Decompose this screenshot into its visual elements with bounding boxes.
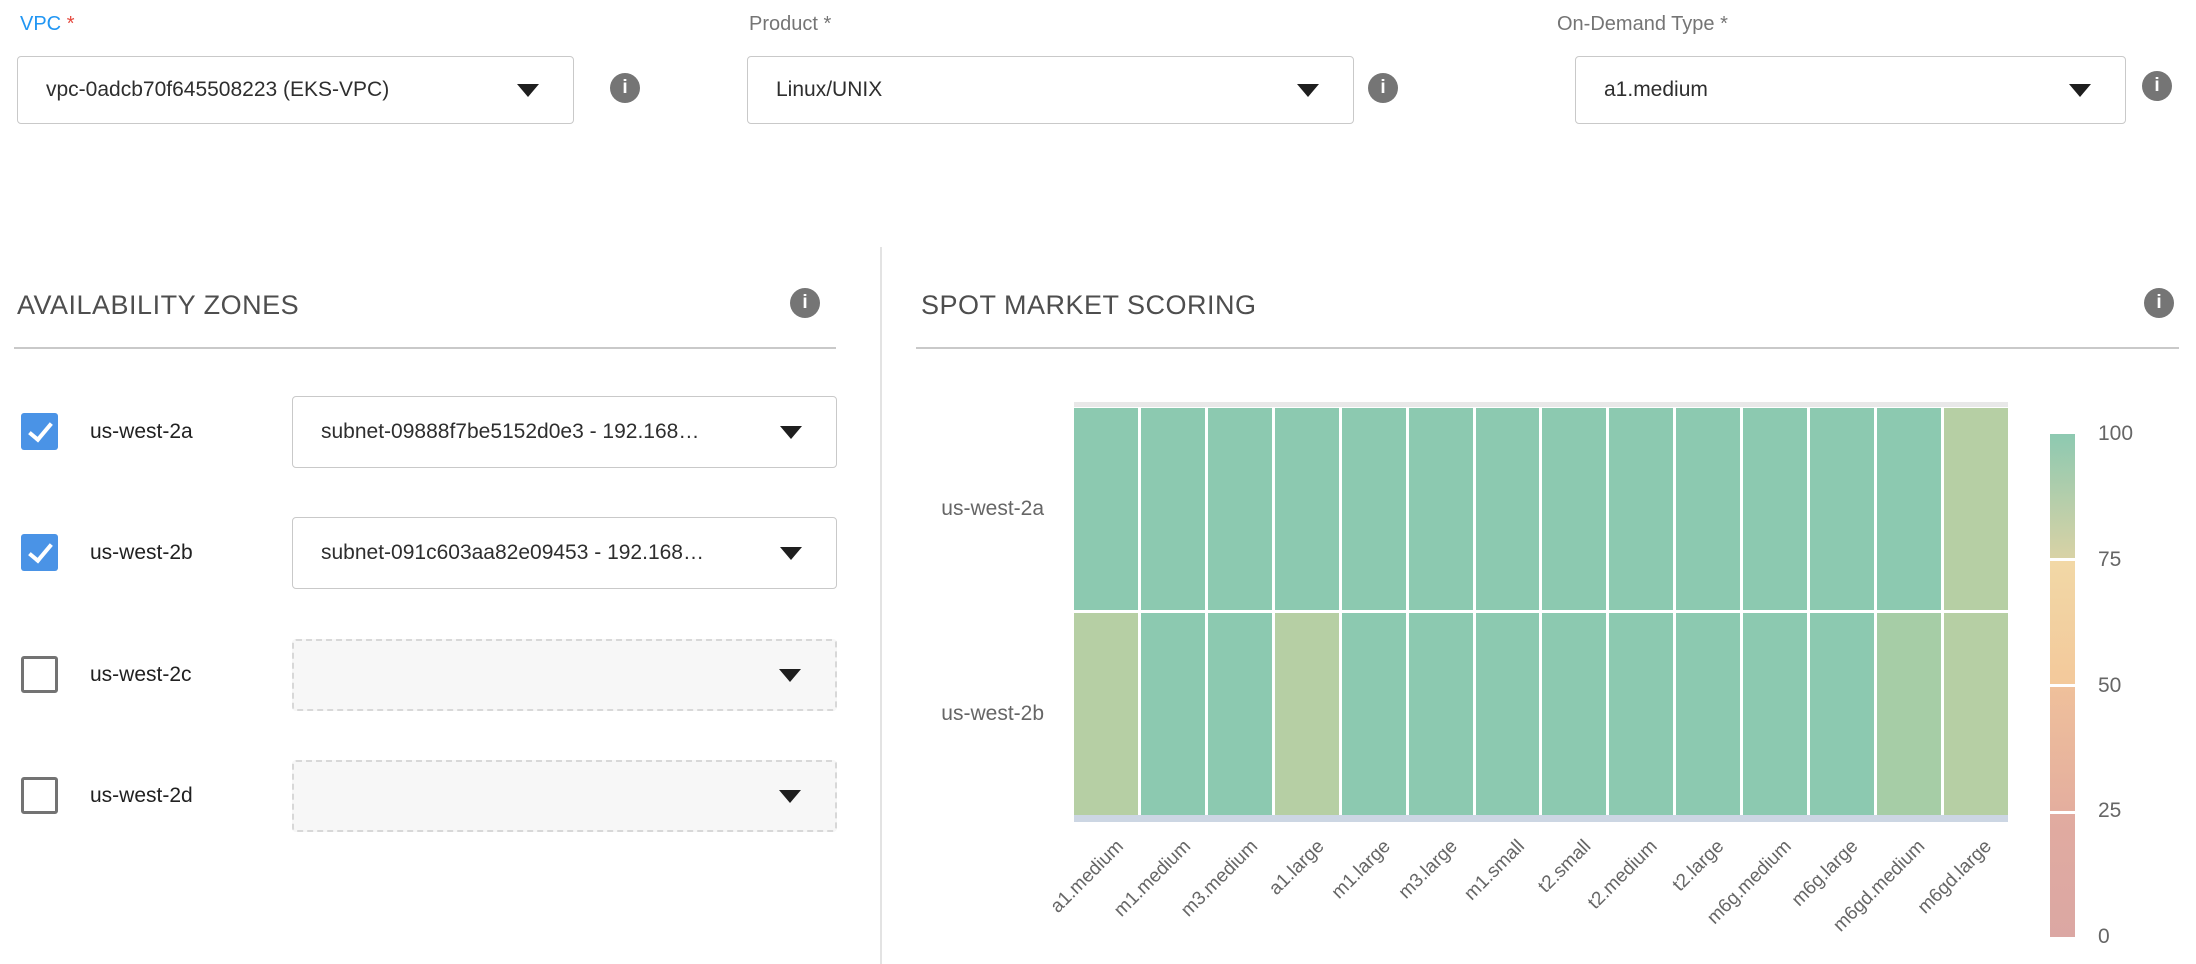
heatmap-cell — [1074, 613, 1138, 815]
product-label: Product * — [749, 13, 831, 36]
heatmap-cell — [1810, 613, 1874, 815]
on-demand-type-info-icon[interactable] — [2142, 71, 2172, 101]
heatmap-cell — [1542, 613, 1606, 815]
required-marker: * — [1720, 13, 1728, 35]
heatmap-cell — [1676, 408, 1740, 610]
subnet-select-us-west-2d[interactable] — [292, 760, 837, 832]
legend-tick-label: 75 — [2098, 548, 2121, 572]
required-marker: * — [824, 13, 832, 35]
checkbox-us-west-2d[interactable] — [21, 777, 58, 814]
product-info-icon[interactable] — [1368, 73, 1398, 103]
chevron-down-icon — [779, 790, 801, 803]
heatmap-cell — [1743, 408, 1807, 610]
subnet-select-us-west-2a[interactable]: subnet-09888f7be5152d0e3 - 192.168… — [292, 396, 837, 468]
heatmap-bottom-axis-line — [1074, 815, 2008, 822]
legend-gradient-segment — [2050, 814, 2075, 938]
heatmap-cell — [1476, 408, 1540, 610]
subnet-select-value: subnet-091c603aa82e09453 - 192.168… — [321, 541, 704, 565]
heatmap-cell — [1342, 408, 1406, 610]
chevron-down-icon — [780, 547, 802, 560]
heatmap-cell — [1141, 613, 1205, 815]
spot-config-page: VPC * vpc-0adcb70f645508223 (EKS-VPC) Pr… — [0, 0, 2196, 964]
heatmap-cell — [1944, 613, 2008, 815]
heatmap-cell — [1542, 408, 1606, 610]
on-demand-type-label: On-Demand Type * — [1557, 13, 1728, 36]
vpc-info-icon[interactable] — [610, 73, 640, 103]
chevron-down-icon — [517, 84, 539, 97]
az-row-us-west-2c: us-west-2c — [0, 639, 878, 711]
legend-tick-label: 50 — [2098, 674, 2121, 698]
on-demand-type-label-text: On-Demand Type — [1557, 13, 1715, 35]
heatmap-cell — [1208, 613, 1272, 815]
checkbox-us-west-2b[interactable] — [21, 534, 58, 571]
spot-market-scoring-info-icon[interactable] — [2144, 288, 2174, 318]
heatmap-cell — [1944, 408, 2008, 610]
checkbox-us-west-2c[interactable] — [21, 656, 58, 693]
legend-gradient-segment — [2050, 434, 2075, 558]
chevron-down-icon — [2069, 84, 2091, 97]
heatmap-y-label: us-west-2a — [884, 496, 1044, 522]
product-select[interactable]: Linux/UNIX — [747, 56, 1354, 124]
az-row-us-west-2d: us-west-2d — [0, 760, 878, 832]
heatmap-cell — [1676, 613, 1740, 815]
heatmap-cell — [1141, 408, 1205, 610]
product-label-text: Product — [749, 13, 818, 35]
heatmap-cell — [1877, 408, 1941, 610]
subnet-select-us-west-2c[interactable] — [292, 639, 837, 711]
heatmap-y-label: us-west-2b — [884, 701, 1044, 727]
subnet-select-value: subnet-09888f7be5152d0e3 - 192.168… — [321, 420, 699, 444]
chevron-down-icon — [780, 426, 802, 439]
availability-zones-info-icon[interactable] — [790, 288, 820, 318]
legend-gradient-segment — [2050, 687, 2075, 811]
required-marker: * — [67, 13, 75, 35]
heatmap-cell — [1609, 613, 1673, 815]
checkbox-us-west-2a[interactable] — [21, 413, 58, 450]
heatmap-grid — [1074, 408, 2008, 815]
chevron-down-icon — [1297, 84, 1319, 97]
heatmap-cell — [1743, 613, 1807, 815]
subnet-select-us-west-2b[interactable]: subnet-091c603aa82e09453 - 192.168… — [292, 517, 837, 589]
heatmap-top-axis-line — [1074, 402, 2008, 407]
heatmap-cell — [1074, 408, 1138, 610]
heatmap-cell — [1409, 613, 1473, 815]
availability-zones-divider — [14, 347, 836, 349]
az-row-us-west-2a: us-west-2a subnet-09888f7be5152d0e3 - 19… — [0, 396, 878, 468]
az-zone-label: us-west-2d — [90, 760, 193, 832]
vpc-select-value: vpc-0adcb70f645508223 (EKS-VPC) — [46, 78, 389, 102]
heatmap-cell — [1275, 408, 1339, 610]
az-zone-label: us-west-2c — [90, 639, 192, 711]
heatmap-cell — [1609, 408, 1673, 610]
heatmap-color-legend — [2050, 434, 2075, 937]
az-zone-label: us-west-2b — [90, 517, 193, 589]
on-demand-type-select[interactable]: a1.medium — [1575, 56, 2126, 124]
on-demand-type-select-value: a1.medium — [1604, 78, 1708, 102]
heatmap-cell — [1275, 613, 1339, 815]
vpc-select[interactable]: vpc-0adcb70f645508223 (EKS-VPC) — [17, 56, 574, 124]
spot-market-scoring-title: SPOT MARKET SCORING — [921, 290, 1257, 321]
chevron-down-icon — [779, 669, 801, 682]
heatmap-cell — [1476, 613, 1540, 815]
heatmap-cell — [1342, 613, 1406, 815]
az-zone-label: us-west-2a — [90, 396, 193, 468]
vertical-section-divider — [880, 247, 882, 964]
vpc-label: VPC * — [20, 13, 74, 36]
heatmap-cell — [1208, 408, 1272, 610]
heatmap-cell — [1409, 408, 1473, 610]
heatmap-cell — [1877, 613, 1941, 815]
legend-tick-label: 100 — [2098, 422, 2133, 446]
vpc-label-text: VPC — [20, 13, 61, 35]
availability-zones-title: AVAILABILITY ZONES — [17, 290, 299, 321]
legend-tick-label: 25 — [2098, 799, 2121, 823]
spot-market-scoring-divider — [916, 347, 2179, 349]
legend-gradient-segment — [2050, 561, 2075, 685]
az-row-us-west-2b: us-west-2b subnet-091c603aa82e09453 - 19… — [0, 517, 878, 589]
legend-tick-label: 0 — [2098, 925, 2110, 949]
product-select-value: Linux/UNIX — [776, 78, 882, 102]
heatmap-cell — [1810, 408, 1874, 610]
